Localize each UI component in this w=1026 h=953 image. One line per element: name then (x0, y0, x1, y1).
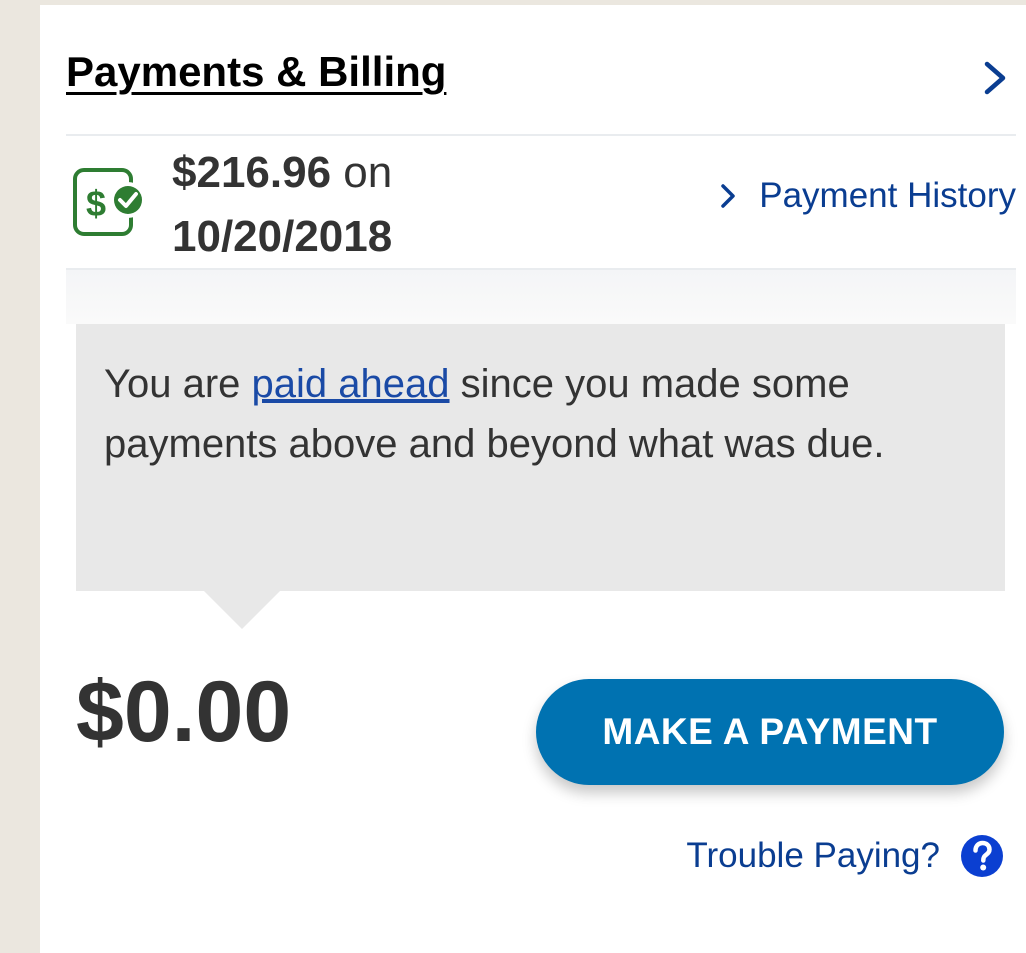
payment-history-label: Payment History (759, 176, 1016, 215)
question-circle-icon[interactable] (960, 834, 1004, 878)
last-payment-date: 10/20/2018 (172, 212, 393, 261)
section-title[interactable]: Payments & Billing (66, 48, 446, 96)
paid-ahead-notice: You are paid ahead since you made some p… (76, 324, 1005, 591)
dollar-check-icon: $ (73, 168, 146, 236)
notice-text-before: You are (104, 362, 252, 406)
payment-history-link[interactable]: Payment History (719, 176, 1016, 216)
chevron-right-icon[interactable] (978, 58, 1012, 98)
trouble-paying-link[interactable]: Trouble Paying? (686, 834, 1004, 878)
notice-text: You are paid ahead since you made some p… (104, 354, 984, 474)
last-payment-row: $ $216.96 on 10/20/2018 Payment History (66, 136, 1016, 270)
last-payment-amount: $216.96 (172, 148, 332, 197)
notice-pointer (204, 591, 280, 629)
paid-ahead-link[interactable]: paid ahead (252, 362, 450, 406)
last-payment-connector: on (331, 148, 393, 197)
trouble-paying-label[interactable]: Trouble Paying? (686, 836, 940, 876)
balance-amount: $0.00 (76, 664, 292, 760)
section-divider-shade (66, 270, 1016, 324)
last-payment-amount-line: $216.96 on (172, 142, 392, 204)
chevron-right-icon (721, 184, 735, 208)
billing-header[interactable]: Payments & Billing (66, 40, 1016, 136)
make-payment-button[interactable]: MAKE A PAYMENT (536, 679, 1004, 785)
svg-text:$: $ (86, 183, 106, 224)
